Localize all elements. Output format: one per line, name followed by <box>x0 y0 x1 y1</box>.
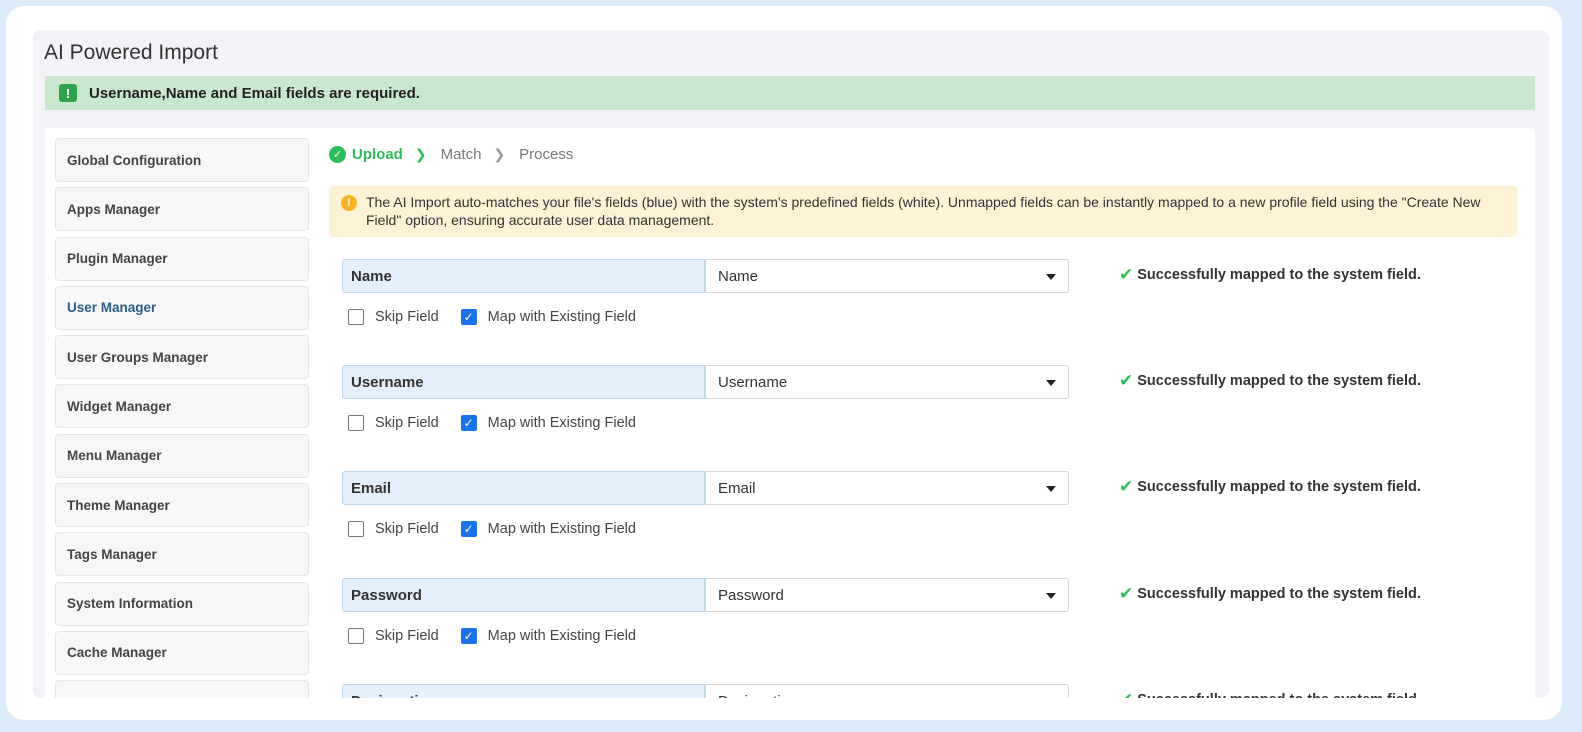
system-field-select[interactable]: Password <box>705 578 1069 612</box>
sidebar-item[interactable]: Theme Manager <box>55 483 309 528</box>
info-text: The AI Import auto-matches your file's f… <box>366 194 1481 228</box>
skip-field-label: Skip Field <box>375 415 439 431</box>
skip-field-label: Skip Field <box>375 521 439 537</box>
system-field-select[interactable]: Username <box>705 365 1069 399</box>
caret-down-icon <box>1046 380 1056 386</box>
caret-down-icon <box>1046 274 1056 280</box>
sidebar-item[interactable]: Apps Manager <box>55 187 309 232</box>
system-field-select[interactable]: Email <box>705 471 1069 505</box>
sidebar-item[interactable]: System Information <box>55 581 309 626</box>
status-text: Successfully mapped to the system field. <box>1137 373 1421 389</box>
sidebar-item[interactable]: Tags Manager <box>55 532 309 577</box>
map-existing-label: Map with Existing Field <box>487 521 636 537</box>
required-fields-alert: ! Username,Name and Email fields are req… <box>45 76 1535 110</box>
sidebar-item[interactable]: Plugin Manager <box>55 236 309 281</box>
mapping-status: ✔Successfully mapped to the system field… <box>1119 265 1421 285</box>
sidebar-item[interactable]: User Manager <box>55 285 309 330</box>
step-complete-icon: ✓ <box>329 146 346 163</box>
chevron-right-icon: ❯ <box>493 146 506 162</box>
source-field-label: Username <box>342 365 705 399</box>
map-existing-checkbox[interactable]: ✓ <box>460 521 477 537</box>
skip-field-checkbox[interactable] <box>348 309 364 325</box>
status-text: Successfully mapped to the system field. <box>1137 479 1421 495</box>
status-text: Successfully mapped to the system field. <box>1137 267 1421 283</box>
system-field-value: Email <box>718 479 756 497</box>
alert-text: Username,Name and Email fields are requi… <box>89 84 420 102</box>
source-field-label: Password <box>342 578 705 612</box>
system-field-value: Name <box>718 267 759 285</box>
checkmark-icon: ✔ <box>1119 371 1134 390</box>
field-mapping-row: Username Username ✔ Successfully mapped to … <box>342 365 1522 445</box>
system-field-select[interactable]: Name <box>705 259 1069 293</box>
sidebar-item[interactable]: Menu Manager <box>55 433 309 478</box>
sidebar-item[interactable]: Global Configuration <box>55 138 309 182</box>
field-mapping-row: Designation Designation ✔ Successfully mapp… <box>342 684 1522 698</box>
checkmark-icon: ✔ <box>1119 265 1134 284</box>
map-existing-label: Map with Existing Field <box>487 628 636 644</box>
source-field-label: Email <box>342 471 705 505</box>
skip-field-checkbox[interactable] <box>348 521 364 537</box>
map-existing-option[interactable]: ✓ Map with Existing Field <box>460 628 636 644</box>
field-options: Skip Field ✓ Map with Existing Field <box>348 521 658 537</box>
map-existing-option[interactable]: ✓ Map with Existing Field <box>460 521 636 537</box>
skip-field-checkbox[interactable] <box>348 628 364 644</box>
sidebar-item[interactable]: User Groups Manager <box>55 335 309 380</box>
skip-field-option[interactable]: Skip Field <box>348 309 439 325</box>
mapping-status: ✔Successfully mapped to the system field… <box>1119 371 1421 391</box>
map-existing-label: Map with Existing Field <box>487 415 636 431</box>
skip-field-option[interactable]: Skip Field <box>348 628 439 644</box>
map-existing-checkbox[interactable]: ✓ <box>460 415 477 431</box>
exclamation-icon: ! <box>59 84 77 102</box>
checkmark-icon: ✔ <box>1119 584 1134 603</box>
field-options: Skip Field ✓ Map with Existing Field <box>348 309 658 325</box>
source-field-label: Name <box>342 259 705 293</box>
import-steps: ✓ Upload ❯ Match ❯ Process <box>329 146 573 163</box>
checkmark-icon: ✔ <box>1119 690 1133 698</box>
system-field-value: Password <box>718 586 784 604</box>
sidebar-item[interactable]: Widget Manager <box>55 384 309 429</box>
info-banner: ! The AI Import auto-matches your file's… <box>329 186 1517 237</box>
skip-field-label: Skip Field <box>375 309 439 325</box>
map-existing-checkbox[interactable]: ✓ <box>460 628 477 644</box>
skip-field-label: Skip Field <box>375 628 439 644</box>
step-upload[interactable]: Upload <box>352 146 403 163</box>
page-title: AI Powered Import <box>44 41 218 64</box>
checkmark-icon: ✔ <box>1119 477 1134 496</box>
caret-down-icon <box>1046 486 1056 492</box>
system-field-value: Designation <box>718 693 797 699</box>
system-field-select[interactable]: Designation <box>705 684 1069 698</box>
sidebar-item[interactable]: Cache Manager <box>55 630 309 675</box>
step-match[interactable]: Match <box>441 146 482 163</box>
info-icon: ! <box>341 195 357 211</box>
import-panel: AI Powered Import ! Username,Name and Em… <box>33 30 1549 698</box>
source-field-label: Designation <box>342 684 705 698</box>
mapping-status: ✔Successfully mapped to the system field… <box>1119 584 1421 604</box>
field-options: Skip Field ✓ Map with Existing Field <box>348 415 658 431</box>
map-existing-option[interactable]: ✓ Map with Existing Field <box>460 415 636 431</box>
map-existing-option[interactable]: ✓ Map with Existing Field <box>460 309 636 325</box>
step-process[interactable]: Process <box>519 146 573 163</box>
field-mapping-row: Password Password ✔ Successfully mapped to … <box>342 578 1522 658</box>
field-mapping-row: Email Email ✔ Successfully mapped to the sy… <box>342 471 1522 551</box>
field-mapping-row: Name Name ✔ Successfully mapped to the syst… <box>342 259 1522 339</box>
system-field-value: Username <box>718 373 788 391</box>
status-text: Successfully mapped to the system field. <box>1137 692 1421 698</box>
skip-field-option[interactable]: Skip Field <box>348 521 439 537</box>
window-frame: AI Powered Import ! Username,Name and Em… <box>6 6 1562 720</box>
chevron-right-icon: ❯ <box>414 146 427 162</box>
skip-field-option[interactable]: Skip Field <box>348 415 439 431</box>
caret-down-icon <box>1046 593 1056 599</box>
mapping-status: ✔Successfully mapped to the system field… <box>1119 477 1421 497</box>
admin-sidebar: Global Configuration Apps Manager Plugin M… <box>55 138 309 698</box>
skip-field-checkbox[interactable] <box>348 415 364 431</box>
map-existing-checkbox[interactable]: ✓ <box>460 309 477 325</box>
sidebar-item[interactable] <box>55 680 309 698</box>
field-options: Skip Field ✓ Map with Existing Field <box>348 628 658 644</box>
mapping-status: ✔ Successfully mapped to the system field… <box>1119 690 1421 698</box>
content-card: Global Configuration Apps Manager Plugin M… <box>45 128 1535 698</box>
status-text: Successfully mapped to the system field. <box>1137 586 1421 602</box>
map-existing-label: Map with Existing Field <box>487 309 636 325</box>
